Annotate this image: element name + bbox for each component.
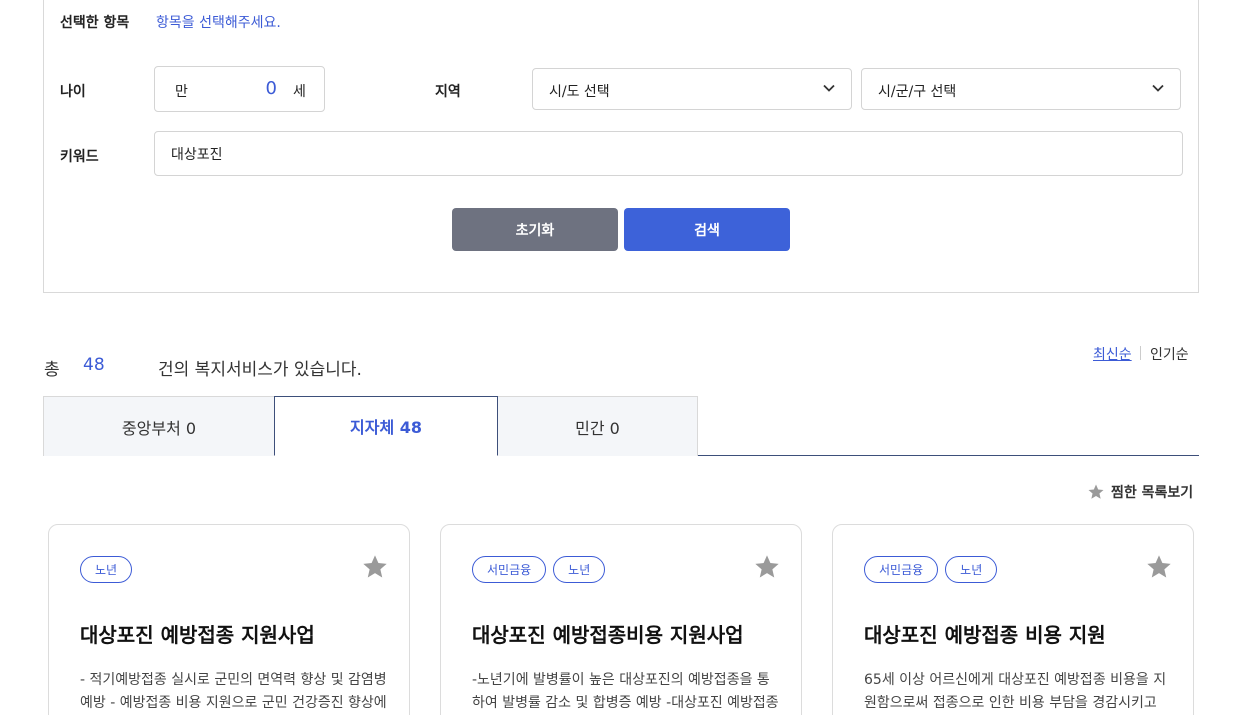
total-count: 48 [83, 355, 105, 375]
service-card[interactable]: 서민금융 노년 대상포진 예방접종 비용 지원 65세 이상 어르신에게 대상포… [832, 524, 1194, 715]
card-description: -노년기에 발병률이 높은 대상포진의 예방접종을 통하여 발병률 감소 및 합… [472, 672, 779, 711]
favorite-star-icon[interactable] [361, 553, 389, 581]
sort-divider [1140, 346, 1141, 360]
star-icon [1088, 484, 1104, 499]
selected-items-label: 선택한 항목 [60, 15, 130, 31]
favorite-star-icon[interactable] [1145, 553, 1173, 581]
keyword-input[interactable] [154, 131, 1183, 176]
wishlist-label: 찜한 목록보기 [1111, 485, 1194, 501]
tag-badge[interactable]: 노년 [553, 556, 606, 583]
card-description: - 적기예방접종 실시로 군민의 면역력 향상 및 감염병 예방 - 예방접종 … [80, 672, 387, 711]
region-label: 지역 [435, 84, 461, 100]
chevron-down-icon [823, 84, 835, 92]
search-button[interactable]: 검색 [624, 208, 790, 251]
reset-button[interactable]: 초기화 [452, 208, 618, 251]
tag-badge[interactable]: 서민금융 [864, 556, 939, 583]
total-suffix: 건의 복지서비스가 있습니다. [158, 360, 362, 380]
sido-select[interactable]: 시/도 선택 [532, 68, 852, 110]
wishlist-link[interactable]: 찜한 목록보기 [1087, 482, 1193, 502]
keyword-label: 키워드 [60, 149, 99, 165]
service-card[interactable]: 노년 대상포진 예방접종 지원사업 - 적기예방접종 실시로 군민의 면역력 향… [48, 524, 410, 715]
card-title[interactable]: 대상포진 예방접종비용 지원사업 [472, 619, 744, 648]
tab-central[interactable]: 중앙부처 0 [43, 396, 275, 456]
sort-popular-link[interactable]: 인기순 [1150, 344, 1189, 364]
service-card[interactable]: 서민금융 노년 대상포진 예방접종비용 지원사업 -노년기에 발병률이 높은 대… [440, 524, 802, 715]
card-tags: 노년 [80, 556, 133, 583]
card-title[interactable]: 대상포진 예방접종 비용 지원 [864, 619, 1106, 648]
tab-private[interactable]: 민간 0 [497, 396, 698, 456]
tab-local[interactable]: 지자체 48 [274, 396, 498, 456]
favorite-star-icon[interactable] [753, 553, 781, 581]
card-title[interactable]: 대상포진 예방접종 지원사업 [80, 619, 315, 648]
tag-badge[interactable]: 노년 [80, 556, 133, 583]
age-prefix: 만 [175, 84, 188, 100]
tag-badge[interactable]: 서민금융 [472, 556, 547, 583]
chevron-down-icon [1152, 84, 1164, 92]
card-tags: 서민금융 노년 [472, 556, 606, 583]
card-description: 65세 이상 어르신에게 대상포진 예방접종 비용을 지원함으로써 접종으로 인… [864, 672, 1167, 711]
selected-items-value: 항목을 선택해주세요. [156, 15, 281, 31]
sido-select-label: 시/도 선택 [549, 84, 610, 100]
age-label: 나이 [60, 84, 86, 100]
age-suffix: 세 [293, 84, 306, 100]
sigungu-select-label: 시/군/구 선택 [878, 84, 957, 100]
total-prefix: 총 [44, 360, 60, 380]
tag-badge[interactable]: 노년 [945, 556, 998, 583]
age-value[interactable]: 0 [253, 78, 277, 99]
card-tags: 서민금융 노년 [864, 556, 998, 583]
sort-latest-link[interactable]: 최신순 [1093, 344, 1132, 364]
sigungu-select[interactable]: 시/군/구 선택 [861, 68, 1181, 110]
age-input[interactable]: 만 0 세 [154, 66, 325, 112]
